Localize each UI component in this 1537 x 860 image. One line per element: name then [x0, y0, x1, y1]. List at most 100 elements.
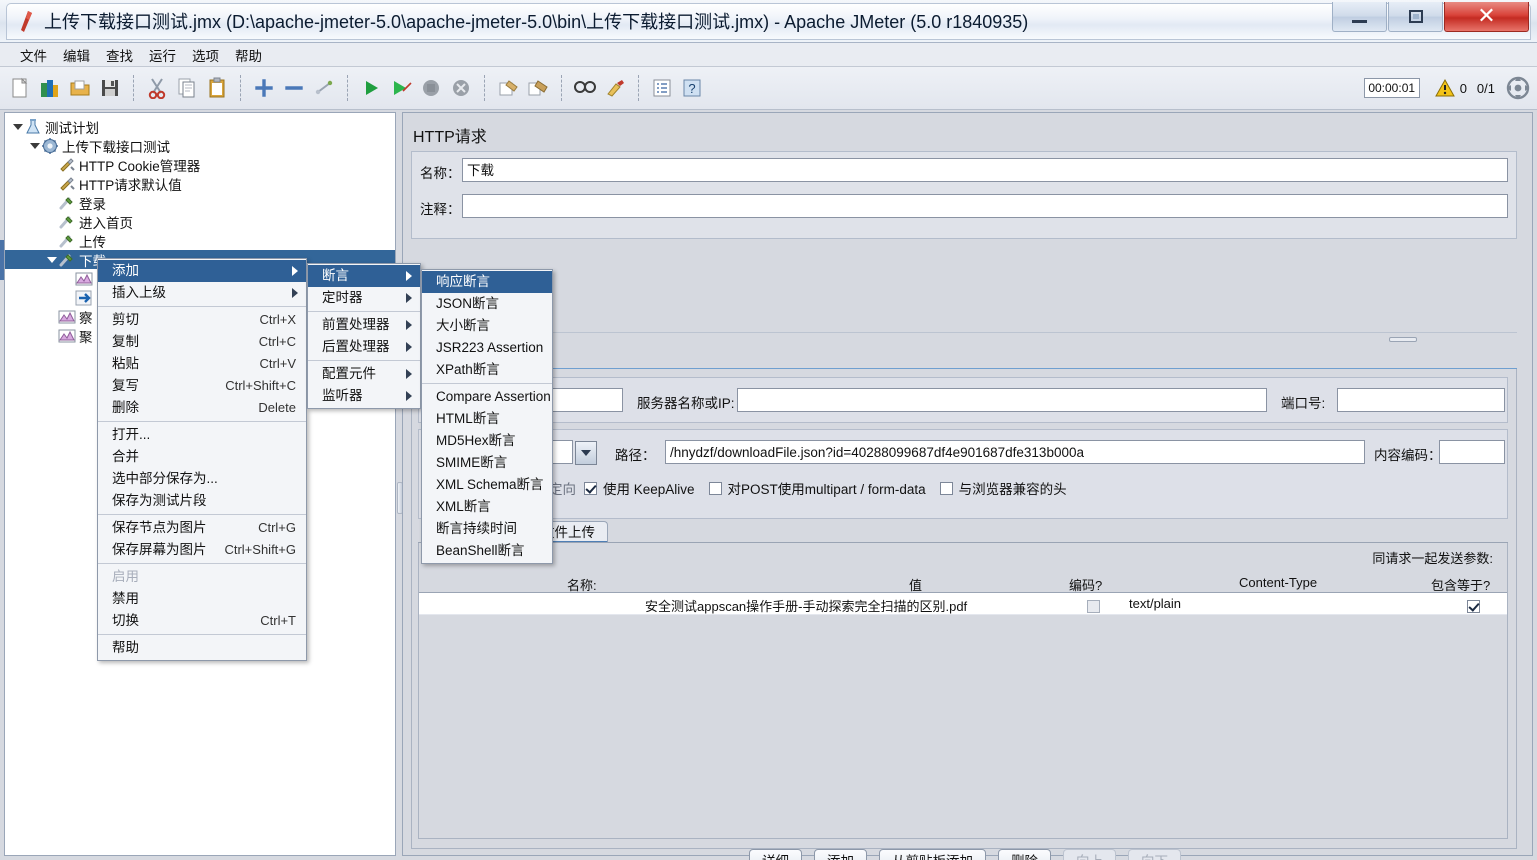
menu-item-5[interactable]: 粘贴 Ctrl+V — [98, 353, 306, 375]
menu-item-2[interactable]: 大小断言 — [422, 315, 552, 337]
templates-icon[interactable] — [36, 74, 64, 102]
content-encoding-input[interactable] — [1439, 440, 1505, 464]
add-submenu[interactable]: 断言 定时器前置处理器 后置处理器配置元件 监听器 — [307, 263, 421, 409]
menu-item-6[interactable]: 配置元件 — [308, 363, 420, 385]
shutdown-icon[interactable] — [447, 74, 475, 102]
menu-run[interactable]: 运行 — [141, 43, 184, 67]
menu-item-0[interactable]: 添加 — [98, 260, 306, 282]
start-no-pause-icon[interactable] — [387, 74, 415, 102]
maximize-button[interactable] — [1388, 2, 1443, 32]
menu-item-8[interactable]: MD5Hex断言 — [422, 430, 552, 452]
menu-item-1[interactable]: 定时器 — [308, 287, 420, 309]
menu-item-18[interactable]: 禁用 — [98, 588, 306, 610]
search-icon[interactable] — [571, 74, 599, 102]
move-down-button[interactable]: 向下 — [1128, 849, 1181, 860]
comment-input[interactable] — [462, 194, 1508, 218]
menu-item-11[interactable]: XML断言 — [422, 496, 552, 518]
new-file-icon[interactable] — [6, 74, 34, 102]
menu-item-1[interactable]: JSON断言 — [422, 293, 552, 315]
collapse-strip[interactable] — [411, 332, 1517, 344]
menu-search[interactable]: 查找 — [98, 43, 141, 67]
browser-headers-checkbox[interactable] — [939, 481, 953, 495]
tree-node-0[interactable]: 测试计划 — [5, 117, 395, 136]
cell-value[interactable]: 安全测试appscan操作手册-手动探索完全扫描的区别.pdf — [645, 596, 967, 615]
include-equals-checkbox[interactable] — [1467, 600, 1480, 613]
toggle-icon[interactable] — [310, 74, 338, 102]
menu-item-1[interactable]: 插入上级 — [98, 282, 306, 304]
minimize-button[interactable] — [1332, 2, 1387, 32]
reset-gauge-icon[interactable] — [1505, 75, 1531, 101]
function-helper-icon[interactable] — [648, 74, 676, 102]
divider-pill[interactable] — [1389, 337, 1417, 342]
menu-item-6[interactable]: 复写 Ctrl+Shift+C — [98, 375, 306, 397]
start-icon[interactable] — [357, 74, 385, 102]
path-input[interactable]: /hnydzf/downloadFile.json?id=40288099687… — [665, 440, 1365, 464]
expander-down-icon[interactable] — [45, 250, 58, 269]
tree-node-2[interactable]: HTTP Cookie管理器 — [5, 155, 395, 174]
menu-item-13[interactable]: BeanShell断言 — [422, 540, 552, 562]
tree-node-1[interactable]: 上传下载接口测试 — [5, 136, 395, 155]
menu-item-10[interactable]: XML Schema断言 — [422, 474, 552, 496]
menu-options[interactable]: 选项 — [184, 43, 227, 67]
menu-item-7[interactable]: 监听器 — [308, 385, 420, 407]
menu-item-9[interactable]: 打开... — [98, 424, 306, 446]
menu-item-0[interactable]: 断言 — [308, 265, 420, 287]
expander-down-icon[interactable] — [28, 136, 41, 155]
menu-item-10[interactable]: 合并 — [98, 446, 306, 468]
tree-node-5[interactable]: 进入首页 — [5, 212, 395, 231]
save-icon[interactable] — [96, 74, 124, 102]
menu-item-21[interactable]: 帮助 — [98, 637, 306, 659]
close-button[interactable]: ✕ — [1444, 2, 1529, 32]
expand-all-icon[interactable] — [250, 74, 278, 102]
parameters-table[interactable]: 名称: 值 编码? Content-Type 包含等于? 安全测试appscan… — [419, 573, 1507, 615]
menu-item-15[interactable]: 保存屏幕为图片 Ctrl+Shift+G — [98, 539, 306, 561]
clear-all-icon[interactable] — [524, 74, 552, 102]
menu-item-4[interactable]: 复制 Ctrl+C — [98, 331, 306, 353]
encode-checkbox[interactable] — [1087, 600, 1100, 613]
tree-node-3[interactable]: HTTP请求默认值 — [5, 174, 395, 193]
clear-icon[interactable] — [494, 74, 522, 102]
table-row[interactable]: 安全测试appscan操作手册-手动探索完全扫描的区别.pdf text/pla… — [419, 593, 1507, 615]
cell-content-type[interactable]: text/plain — [1129, 596, 1181, 611]
delete-button[interactable]: 删除 — [998, 849, 1051, 860]
menu-item-7[interactable]: 删除 Delete — [98, 397, 306, 419]
menu-file[interactable]: 文件 — [12, 43, 55, 67]
add-from-clipboard-button[interactable]: 从剪贴板添加 — [879, 849, 986, 860]
expander-down-icon[interactable] — [11, 117, 24, 136]
menu-item-14[interactable]: 保存节点为图片 Ctrl+G — [98, 517, 306, 539]
open-icon[interactable] — [66, 74, 94, 102]
method-dropdown-button[interactable] — [575, 441, 597, 465]
menu-item-3[interactable]: 前置处理器 — [308, 314, 420, 336]
menu-item-3[interactable]: JSR223 Assertion — [422, 337, 552, 359]
menu-edit[interactable]: 编辑 — [55, 43, 98, 67]
cut-icon[interactable] — [143, 74, 171, 102]
menu-item-19[interactable]: 切换 Ctrl+T — [98, 610, 306, 632]
copy-icon[interactable] — [173, 74, 201, 102]
menu-item-7[interactable]: HTML断言 — [422, 408, 552, 430]
menu-item-6[interactable]: Compare Assertion — [422, 386, 552, 408]
menu-item-11[interactable]: 选中部分保存为... — [98, 468, 306, 490]
collapse-all-icon[interactable] — [280, 74, 308, 102]
menu-item-3[interactable]: 剪切 Ctrl+X — [98, 309, 306, 331]
keepalive-checkbox[interactable] — [584, 481, 597, 495]
tree-node-6[interactable]: 上传 — [5, 231, 395, 250]
detail-button[interactable]: 详细 — [749, 849, 802, 860]
port-input[interactable] — [1337, 388, 1505, 412]
menu-item-12[interactable]: 保存为测试片段 — [98, 490, 306, 512]
reset-search-icon[interactable] — [601, 74, 629, 102]
menu-item-4[interactable]: XPath断言 — [422, 359, 552, 381]
help-icon[interactable]: ? — [678, 74, 706, 102]
multipart-checkbox[interactable] — [708, 481, 722, 495]
tree-node-4[interactable]: 登录 — [5, 193, 395, 212]
add-button[interactable]: 添加 — [814, 849, 867, 860]
move-up-button[interactable]: 向上 — [1063, 849, 1116, 860]
paste-icon[interactable] — [203, 74, 231, 102]
name-input[interactable]: 下载 — [462, 158, 1508, 182]
tree-context-menu[interactable]: 添加 插入上级剪切 Ctrl+X 复制 Ctrl+C 粘贴 Ctrl+V 复写 Ctrl+Shi… — [97, 258, 307, 661]
menu-item-4[interactable]: 后置处理器 — [308, 336, 420, 358]
menu-item-9[interactable]: SMIME断言 — [422, 452, 552, 474]
server-input[interactable] — [737, 388, 1267, 412]
menu-help[interactable]: 帮助 — [227, 43, 270, 67]
menu-item-12[interactable]: 断言持续时间 — [422, 518, 552, 540]
menu-item-0[interactable]: 响应断言 — [422, 271, 552, 293]
